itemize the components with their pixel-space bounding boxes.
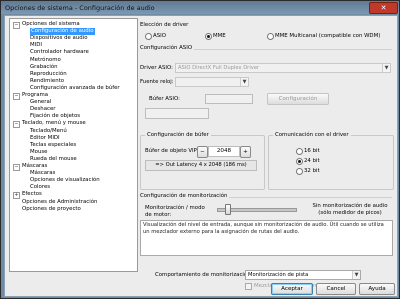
vip-buffer-value[interactable]: 2048 (208, 146, 240, 157)
asio-config-button[interactable]: Configuración (267, 93, 329, 105)
clock-source-label: Fuente reloj: (140, 79, 174, 85)
monitoring-behavior-value: Monitorización de pista (248, 272, 309, 278)
tree-item[interactable]: Máscaras (22, 163, 47, 170)
tree-item[interactable]: Rendimiento (30, 78, 64, 85)
tree-item[interactable]: Teclas especiales (30, 142, 76, 149)
expand-icon[interactable]: + (13, 191, 20, 199)
vip-buffer-label: Búfer de objeto VIP (145, 148, 197, 154)
asio-buffer-label: Búfer ASIO: (149, 96, 180, 102)
chevron-down-icon: ▼ (352, 271, 360, 279)
tree-item[interactable]: Efectos (22, 191, 42, 198)
asio-buffer-field (205, 94, 253, 104)
dialog-body: − Opciones del sistema Configuración de au… (4, 15, 398, 297)
tree-item[interactable]: Colores (30, 184, 50, 191)
tree-item[interactable]: Grabación (30, 64, 58, 71)
driver-option-label: MME Multicanal (compatible con WDM) (275, 33, 381, 39)
driver-option-label: ASIO (153, 33, 166, 39)
bit-depth-radio[interactable] (296, 168, 303, 175)
asio-driver-label: Driver ASIO: (140, 65, 173, 71)
tree-item[interactable]: Reproducción (30, 71, 67, 78)
mix-input-checkbox[interactable] (245, 283, 252, 290)
accept-button[interactable]: Aceptar (271, 283, 313, 295)
tree-item[interactable]: Opciones de Administración (22, 199, 97, 206)
monitoring-description: Visualización del nivel de entrada, aunq… (140, 220, 393, 256)
tree-item[interactable]: Programa (22, 92, 48, 99)
tree-item[interactable]: Mouse (30, 149, 48, 156)
options-dialog: Opciones de sistema - Configuración de a… (0, 0, 400, 299)
close-button[interactable]: ✕ (369, 2, 398, 14)
vip-buffer-increase-button[interactable]: + (240, 146, 251, 158)
driver-radio[interactable] (205, 33, 212, 40)
tree-item[interactable]: Opciones de visualización (30, 177, 100, 184)
tree-item[interactable]: Rueda del mouse (30, 156, 77, 163)
tree-item[interactable]: Metrónomo (30, 57, 61, 64)
driver-radio[interactable] (145, 33, 152, 40)
driver-comm-group: Comunicación con el driver (268, 132, 394, 190)
tree-item[interactable]: General (30, 99, 51, 106)
options-tree[interactable]: − Opciones del sistema Configuración de au… (9, 18, 138, 272)
tree-item[interactable]: Opciones de proyecto (22, 206, 81, 213)
bit-depth-label: 24 bit (304, 158, 320, 164)
collapse-icon[interactable]: − (13, 92, 20, 100)
bit-depth-label: 16 bit (304, 148, 320, 154)
tree-item[interactable]: Controlador hardware (30, 49, 89, 56)
tree-item[interactable]: Editor MIDI (30, 135, 60, 142)
collapse-icon[interactable]: − (13, 21, 20, 29)
driver-radio[interactable] (267, 33, 274, 40)
tree-item[interactable]: Dispositivos de audio (30, 35, 88, 42)
tree-item[interactable]: Teclado, menú y mouse (22, 120, 86, 127)
vip-buffer-decrease-button[interactable]: − (197, 146, 208, 158)
collapse-icon[interactable]: − (13, 120, 20, 128)
clock-source-select[interactable]: ▼ (175, 77, 249, 87)
tree-item[interactable]: Teclado/Menú (30, 128, 67, 135)
cancel-button[interactable]: Cancel (316, 283, 356, 295)
monitoring-heading: Configuración de monitorización (140, 193, 230, 199)
driver-option-label: MME (213, 33, 226, 39)
tree-item[interactable]: Opciones del sistema (22, 21, 80, 28)
chevron-down-icon: ▼ (240, 78, 248, 86)
monitoring-behavior-select[interactable]: Monitorización de pista ▼ (245, 270, 361, 280)
chevron-down-icon: ▼ (382, 64, 390, 72)
monitoring-mode-label: Monitorización / modo de motor: (145, 205, 205, 218)
monitoring-behavior-label: Comportamiento de monitorización (155, 272, 251, 278)
title-bar[interactable]: Opciones de sistema - Configuración de a… (1, 1, 399, 14)
latency-readout: => Out Latency 4 x 2048 (186 ms) (145, 160, 257, 171)
bit-depth-radio[interactable] (296, 158, 303, 165)
driver-selection-heading: Elección de driver (140, 22, 189, 28)
bit-depth-label: 32 bit (304, 168, 320, 174)
asio-heading: Configuración ASIO (140, 45, 195, 51)
driver-comm-heading: Comunicación con el driver (273, 132, 351, 138)
asio-buffer-bar (145, 108, 209, 119)
resize-grip-icon[interactable]: ⋰ (390, 289, 396, 295)
collapse-icon[interactable]: − (13, 163, 20, 171)
monitoring-right-label: Sin monitorización de audio (sólo medido… (312, 203, 388, 216)
asio-driver-value: ASIO DirectX Full Duplex Driver (178, 65, 260, 71)
monitoring-slider-thumb[interactable] (225, 204, 231, 215)
asio-driver-select[interactable]: ASIO DirectX Full Duplex Driver ▼ (175, 63, 391, 73)
tree-item[interactable]: Configuración de audio (30, 28, 95, 36)
tree-item[interactable]: MIDI (30, 42, 42, 49)
buffer-config-heading: Configuración de búfer (145, 132, 211, 138)
bit-depth-radio[interactable] (296, 148, 303, 155)
tree-item[interactable]: Configuración avanzada de búfer (30, 85, 120, 92)
window-title: Opciones de sistema - Configuración de a… (5, 4, 155, 12)
